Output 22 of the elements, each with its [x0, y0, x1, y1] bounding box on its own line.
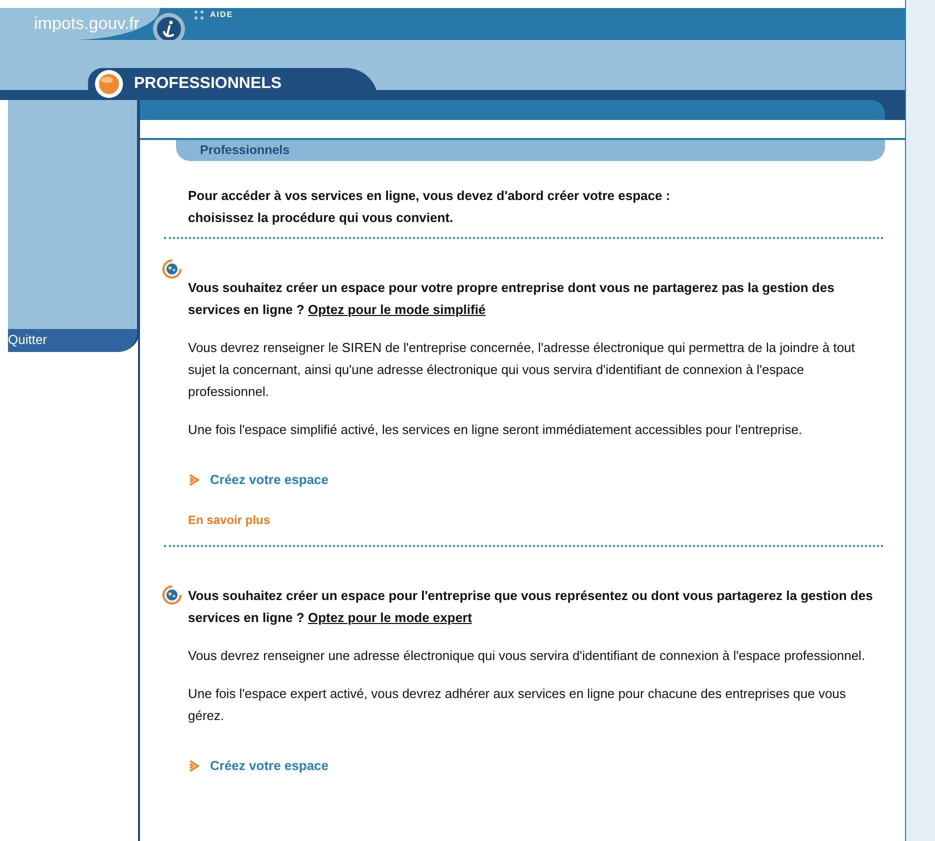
option-description: Une fois l'espace expert activé, vous devrez adhérer aux services en ligne pour chacune des entreprises que vous gérez.: [188, 685, 847, 725]
option-description: Vous devrez renseigner une adresse électronique qui vous servira d'identifiant de connexion à l'espace professionnel.: [188, 647, 866, 665]
mode-link[interactable]: Optez pour le mode simplifié: [308, 302, 486, 317]
create-space-link[interactable]: Créez votre espace: [210, 755, 329, 777]
option-question: Vous souhaitez créer un espace pour l'entreprise que vous représentez ou dont vous partagerez la gestion des services en ligne ? Optez pour le mode expert: [188, 585, 883, 629]
learn-more-link[interactable]: En savoir plus: [188, 509, 883, 531]
chevron-icon: [188, 474, 200, 486]
option-question: Vous souhaitez créer un espace pour votre propre entreprise dont vous ne partagerez pas la gestion des services en ligne ? Optez pour le mode simplifié: [188, 277, 883, 321]
breadcrumb-bar: Professionnels: [176, 140, 885, 161]
intro-text: Pour accéder à vos services en ligne, vous devez d'abord créer votre espace : choisissez la procédure qui vous convient.: [188, 187, 672, 227]
dots-icon: [194, 10, 204, 20]
bullet-orb-icon: [94, 69, 124, 99]
option-description: Une fois l'espace simplifié activé, les services en ligne seront immédiatement accessibles pour l'entreprise.: [188, 421, 804, 439]
globe-icon: [162, 585, 182, 605]
quit-link[interactable]: Quitter: [8, 329, 137, 352]
help-link[interactable]: AIDE: [210, 10, 234, 19]
chevron-icon: [188, 760, 200, 772]
site-name: impots.gouv.fr: [34, 14, 140, 34]
globe-icon: [162, 259, 182, 279]
create-space-link[interactable]: Créez votre espace: [210, 469, 329, 491]
option-description: Vous devrez renseigner le SIREN de l'entreprise concernée, l'adresse électronique qui permettra de la joindre à tout sujet la concernant, ainsi qu'une adresse électronique qui vous servira d'identifiant de connexion à l'espace professionnel.: [188, 339, 856, 401]
mode-link[interactable]: Optez pour le mode expert: [308, 610, 472, 625]
